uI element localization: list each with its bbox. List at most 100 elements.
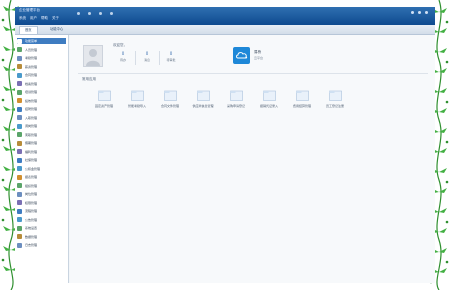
menu-icon	[17, 106, 22, 112]
close-button[interactable]	[425, 11, 428, 14]
cloud-platform-subtitle: 云平台	[254, 56, 264, 60]
sidebar-item[interactable]: 报表管理	[17, 174, 66, 180]
sidebar-item[interactable]: 假期管理	[17, 140, 66, 146]
menu-icon	[17, 183, 22, 188]
folder-icon	[329, 90, 342, 101]
sidebar-item[interactable]: 权限管理	[17, 200, 66, 206]
sidebar-item-label: 调岗管理	[25, 124, 38, 128]
app-tile[interactable]: 采购申请登记	[222, 90, 250, 120]
menu-item-user[interactable]: 用户	[30, 16, 37, 21]
app-title: 企业管理平台	[19, 8, 40, 12]
menu-icon	[17, 81, 22, 86]
app-label: 固定资产管理	[94, 104, 113, 108]
sidebar-item[interactable]: 绩效管理	[17, 98, 66, 104]
sidebar-item-label: 假期管理	[25, 141, 38, 145]
app-tile[interactable]: 智能考勤导入	[123, 90, 151, 120]
folder-icon	[164, 90, 177, 101]
sidebar-item-label: 福利管理	[25, 149, 38, 154]
sidebar-item[interactable]: 公积金管理	[17, 166, 66, 172]
decoration-dot	[88, 12, 91, 15]
sidebar-item-label: 流程管理	[25, 209, 38, 213]
menu-icon	[17, 191, 22, 197]
app-label: 智能考勤导入	[127, 104, 146, 108]
sidebar-item[interactable]: 组织管理	[17, 183, 66, 189]
sidebar-item[interactable]: 公告管理	[17, 217, 66, 223]
folder-icon	[98, 90, 111, 101]
sidebar-item[interactable]: 数据管理	[17, 234, 66, 240]
sidebar-item[interactable]: 岗位管理	[17, 191, 66, 197]
sidebar-item-label: 离职管理	[25, 132, 38, 137]
main-content: 欢迎您， 0 待办 0 消息 0 待审批 易桥 云平台 常用应用 固定资产管理 …	[70, 35, 435, 283]
tab-function-center[interactable]: 功能中心	[45, 26, 68, 33]
sidebar-item[interactable]: 人员管理	[17, 47, 66, 53]
sidebar-item-label: 招聘管理	[25, 107, 38, 111]
stat-value: 0	[145, 51, 149, 56]
minimize-button[interactable]	[411, 11, 414, 14]
sidebar-item[interactable]: 培训管理	[17, 89, 66, 95]
sidebar-item[interactable]: 离职管理	[17, 132, 66, 138]
sidebar-item[interactable]: 系统设置	[17, 225, 66, 231]
cloud-platform-tile[interactable]	[233, 47, 250, 64]
sidebar-item[interactable]: 功能菜单	[17, 38, 66, 44]
stat-value: 0	[121, 51, 125, 56]
tab-home[interactable]: 首页	[19, 26, 38, 34]
menu-icon	[17, 98, 22, 103]
app-tile[interactable]: 员工登记注册	[321, 90, 349, 120]
app-label: 供应商信息管理	[192, 104, 214, 108]
sidebar-item[interactable]: 入职管理	[17, 115, 66, 121]
menu-icon	[17, 140, 22, 146]
menu-icon	[17, 123, 22, 129]
menu-icon	[17, 166, 22, 171]
app-tile[interactable]: 固定资产管理	[90, 90, 118, 120]
sidebar-item[interactable]: 福利管理	[17, 149, 66, 155]
menu-icon	[17, 217, 22, 222]
sidebar-item[interactable]: 招聘管理	[17, 106, 66, 112]
folder-icon	[230, 90, 243, 101]
sidebar-item[interactable]: 日志管理	[17, 242, 66, 248]
menu-icon	[17, 47, 22, 52]
sidebar-item-label: 社保管理	[25, 158, 38, 162]
folder-icon	[131, 90, 144, 101]
app-label: 采购申请登记	[226, 104, 245, 108]
menu-icon	[17, 208, 22, 214]
decoration-dot	[99, 12, 102, 15]
sidebar-item[interactable]: 考勤管理	[17, 55, 66, 61]
folder-icon	[296, 90, 309, 101]
app-tile[interactable]: 费用结算管理	[288, 90, 316, 120]
sidebar-item[interactable]: 薪资管理	[17, 64, 66, 70]
cloud-icon	[236, 52, 248, 59]
sidebar-item-label: 组织管理	[25, 183, 38, 188]
sidebar-item[interactable]: 档案管理	[17, 81, 66, 87]
menu-icon	[17, 174, 22, 180]
folder-icon	[197, 90, 210, 101]
sidebar-item-label: 入职管理	[25, 115, 38, 120]
menu-item-about[interactable]: 关于	[52, 16, 59, 21]
sidebar-item[interactable]: 调岗管理	[17, 123, 66, 129]
app-tile[interactable]: 合同文件管理	[156, 90, 184, 120]
sidebar-item-label: 权限管理	[25, 200, 38, 205]
menu-icon	[17, 149, 22, 154]
app-tile[interactable]: 供应商信息管理	[189, 90, 217, 120]
maximize-button[interactable]	[418, 11, 421, 14]
sidebar-item[interactable]: 社保管理	[17, 157, 66, 163]
app-label: 合同文件管理	[160, 104, 179, 108]
menu-item-system[interactable]: 系统	[19, 16, 26, 21]
stat-value: 0	[169, 51, 173, 56]
stat-approval[interactable]: 0 待审批	[161, 51, 181, 62]
sidebar-item[interactable]: 流程管理	[17, 208, 66, 214]
menu-icon	[17, 55, 22, 61]
title-decoration	[77, 12, 113, 15]
app-tile[interactable]: 报销凭证录入	[255, 90, 283, 120]
menu-item-help[interactable]: 帮助	[41, 16, 48, 21]
app-label: 报销凭证录入	[259, 104, 278, 108]
avatar[interactable]	[83, 45, 103, 67]
sidebar-item-label: 公积金管理	[25, 166, 41, 171]
divider	[135, 51, 136, 65]
sidebar-item-label: 数据管理	[25, 234, 38, 239]
sidebar-item-label: 公告管理	[25, 217, 38, 222]
menu-icon	[17, 157, 22, 163]
stat-messages[interactable]: 0 消息	[137, 51, 157, 62]
stat-todo[interactable]: 0 待办	[113, 51, 133, 62]
sidebar-item-label: 岗位管理	[25, 192, 38, 196]
sidebar-item[interactable]: 合同管理	[17, 72, 66, 78]
